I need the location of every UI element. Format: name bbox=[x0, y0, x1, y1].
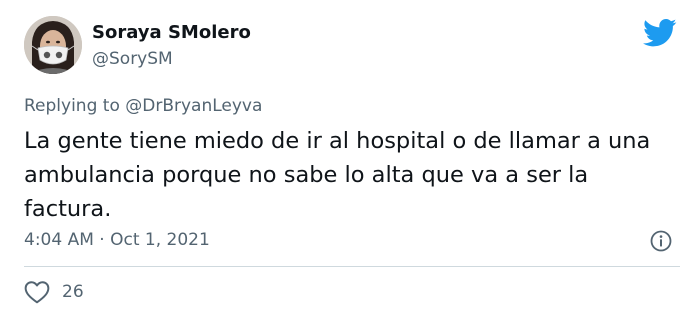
replying-to-line: Replying to @DrBryanLeyva bbox=[24, 96, 262, 116]
tweet-card: Soraya SMolero @SorySM Replying to @DrBr… bbox=[0, 0, 700, 320]
avatar-image bbox=[24, 16, 82, 74]
info-icon[interactable] bbox=[650, 230, 672, 252]
twitter-bird-icon[interactable] bbox=[643, 18, 677, 48]
divider bbox=[24, 266, 680, 267]
replying-prefix: Replying to bbox=[24, 96, 126, 116]
tweet-timestamp[interactable]: 4:04 AM · Oct 1, 2021 bbox=[24, 230, 210, 250]
avatar[interactable] bbox=[24, 16, 82, 74]
tweet-text: La gente tiene miedo de ir al hospital o… bbox=[24, 128, 651, 222]
author-display-name[interactable]: Soraya SMolero bbox=[92, 22, 251, 43]
heart-icon bbox=[24, 281, 50, 304]
author-handle[interactable]: @SorySM bbox=[92, 49, 173, 69]
like-button[interactable]: 26 bbox=[24, 280, 84, 304]
reply-mention-link[interactable]: @DrBryanLeyva bbox=[125, 96, 262, 116]
like-count: 26 bbox=[62, 282, 84, 302]
